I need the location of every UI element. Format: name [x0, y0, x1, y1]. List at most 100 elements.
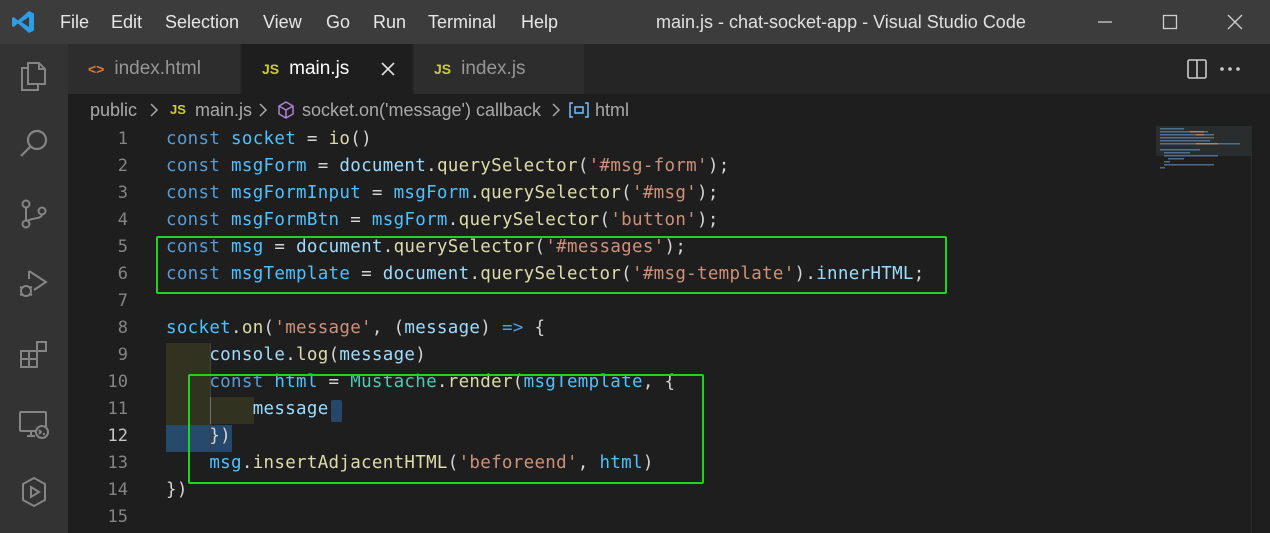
menu-terminal[interactable]: Terminal	[428, 0, 496, 44]
tab-index-js[interactable]: JS index.js	[414, 44, 584, 94]
code-line[interactable]: const socket = io()	[166, 126, 372, 153]
code-token: const	[166, 183, 221, 203]
code-token: const	[166, 129, 221, 149]
highlight-box-render	[188, 374, 704, 484]
line-number: 6	[117, 264, 128, 284]
maximize-button[interactable]	[1143, 0, 1197, 44]
code-token: message	[339, 345, 416, 365]
breadcrumb: public JS main.js socket.on('message') c…	[68, 94, 1270, 126]
code-token: .	[447, 210, 459, 230]
activity-bar	[0, 44, 68, 533]
source-control-icon	[21, 199, 47, 229]
breadcrumb-file[interactable]: main.js	[195, 94, 252, 126]
line-number: 8	[117, 318, 128, 338]
code-line[interactable]: const msgForm = document.querySelector('…	[166, 153, 730, 180]
code-token: =	[339, 210, 372, 230]
code-token: socket	[166, 318, 232, 338]
code-token: document	[339, 156, 427, 176]
code-line[interactable]: const msgFormBtn = msgForm.querySelector…	[166, 207, 719, 234]
js-file-icon: JS	[434, 61, 452, 77]
maximize-icon	[1162, 14, 1178, 30]
tab-label: index.html	[114, 58, 201, 79]
code-token: (	[328, 345, 340, 365]
code-line[interactable]: })	[166, 477, 188, 504]
explorer-icon	[21, 62, 46, 91]
explorer-button[interactable]	[14, 56, 54, 96]
highlight-box-declarations	[156, 236, 947, 294]
code-line[interactable]: socket.on('message', (message) => {	[166, 315, 545, 342]
code-token: 'message'	[274, 318, 372, 338]
minimize-button[interactable]	[1078, 0, 1132, 44]
line-number: 2	[117, 156, 128, 176]
remote-explorer-icon	[19, 411, 49, 439]
code-token: (	[599, 210, 611, 230]
code-token: querySelector	[458, 210, 600, 230]
breadcrumb-folder[interactable]: public	[90, 94, 137, 126]
code-token: .	[231, 318, 242, 338]
minimize-icon	[1098, 21, 1112, 23]
code-line[interactable]: const msgFormInput = msgForm.querySelect…	[166, 180, 719, 207]
breadcrumb-callback[interactable]: socket.on('message') callback	[302, 94, 541, 126]
source-control-button[interactable]	[14, 194, 54, 234]
code-token: msgForm	[393, 183, 470, 203]
search-button[interactable]	[14, 124, 54, 164]
close-window-button[interactable]	[1208, 0, 1262, 44]
remote-explorer-button[interactable]	[14, 404, 54, 444]
vscode-logo-icon[interactable]	[10, 9, 36, 35]
code-token: =	[361, 183, 394, 203]
code-editor[interactable]: 1 2 3 4 5 6 7 8 9 10 11 12 13 14 15 const socket = io(…	[68, 126, 1270, 533]
code-token: .	[285, 345, 297, 365]
live-share-button[interactable]	[14, 472, 54, 512]
code-token: .	[426, 156, 437, 176]
code-token: const	[166, 156, 221, 176]
split-editor-button[interactable]	[1185, 57, 1209, 81]
code-token: querySelector	[480, 183, 622, 203]
code-token: '#msg-form'	[588, 156, 708, 176]
code-token: })	[166, 480, 188, 500]
extensions-button[interactable]	[14, 334, 54, 374]
run-debug-button[interactable]	[14, 264, 54, 304]
minimap[interactable]	[1156, 126, 1251, 216]
html-file-icon: <>	[88, 61, 105, 77]
tab-main-js[interactable]: JS main.js	[242, 44, 412, 94]
code-token: {	[523, 318, 546, 338]
menu-go[interactable]: Go	[326, 0, 350, 44]
menu-selection[interactable]: Selection	[165, 0, 239, 44]
code-token: ()	[350, 129, 372, 149]
code-token: );	[697, 183, 719, 203]
code-token: (	[263, 318, 275, 338]
more-actions-button[interactable]	[1218, 57, 1242, 81]
vertical-scrollbar[interactable]	[1251, 126, 1266, 533]
ellipsis-icon	[1220, 67, 1240, 71]
breadcrumb-symbol[interactable]: html	[595, 94, 629, 126]
code-line[interactable]: console.log(message)	[166, 342, 426, 369]
tab-index-html[interactable]: <> index.html	[68, 44, 240, 94]
code-token: msgForm	[371, 210, 448, 230]
code-token: =	[306, 156, 340, 176]
menu-file[interactable]: File	[60, 0, 89, 44]
run-debug-icon	[19, 270, 48, 297]
line-number: 7	[117, 291, 128, 311]
title-bar: File Edit Selection View Go Run Terminal…	[0, 0, 1270, 44]
chevron-right-icon	[552, 103, 561, 117]
js-file-icon: JS	[262, 61, 280, 77]
code-token: log	[296, 345, 329, 365]
menu-view[interactable]: View	[263, 0, 302, 44]
tab-bar: <> index.html JS main.js JS index.js	[68, 44, 1270, 94]
menu-help[interactable]: Help	[521, 0, 558, 44]
menu-edit[interactable]: Edit	[111, 0, 142, 44]
line-number: 11	[107, 399, 128, 419]
code-token: );	[707, 156, 730, 176]
menu-run[interactable]: Run	[373, 0, 406, 44]
method-symbol-icon	[278, 101, 294, 119]
code-token: on	[241, 318, 264, 338]
line-number: 5	[117, 237, 128, 257]
close-tab-icon[interactable]	[378, 59, 398, 79]
code-token: message	[404, 318, 481, 338]
js-file-icon: JS	[170, 102, 186, 117]
